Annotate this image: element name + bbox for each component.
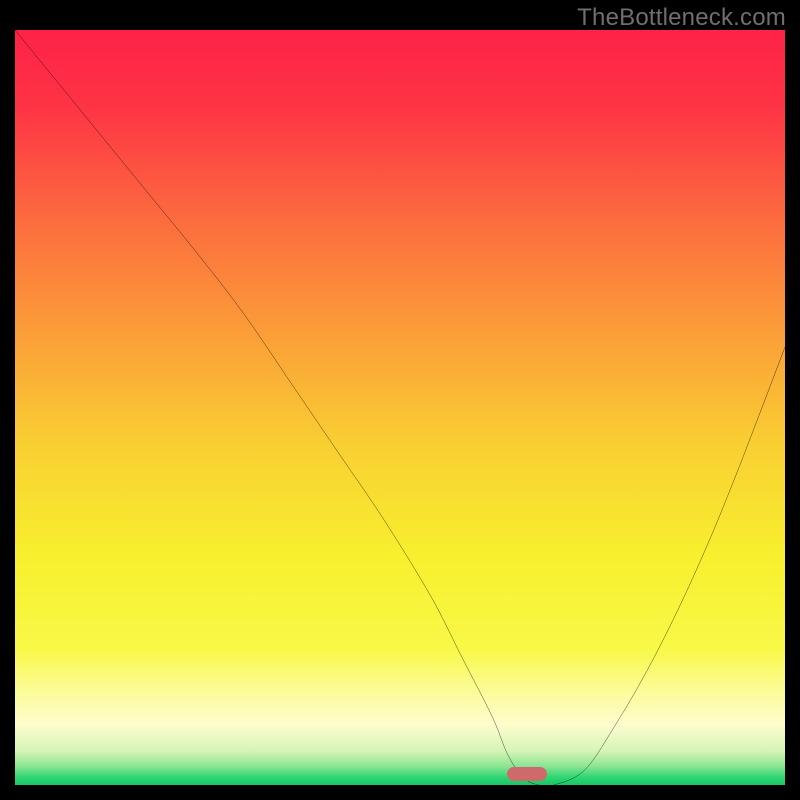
optimal-marker xyxy=(507,767,547,781)
watermark-text: TheBottleneck.com xyxy=(577,4,786,32)
plot-area xyxy=(15,30,785,785)
bottleneck-curve xyxy=(15,30,785,785)
chart-frame: TheBottleneck.com xyxy=(0,0,800,800)
curve-path xyxy=(15,30,785,785)
